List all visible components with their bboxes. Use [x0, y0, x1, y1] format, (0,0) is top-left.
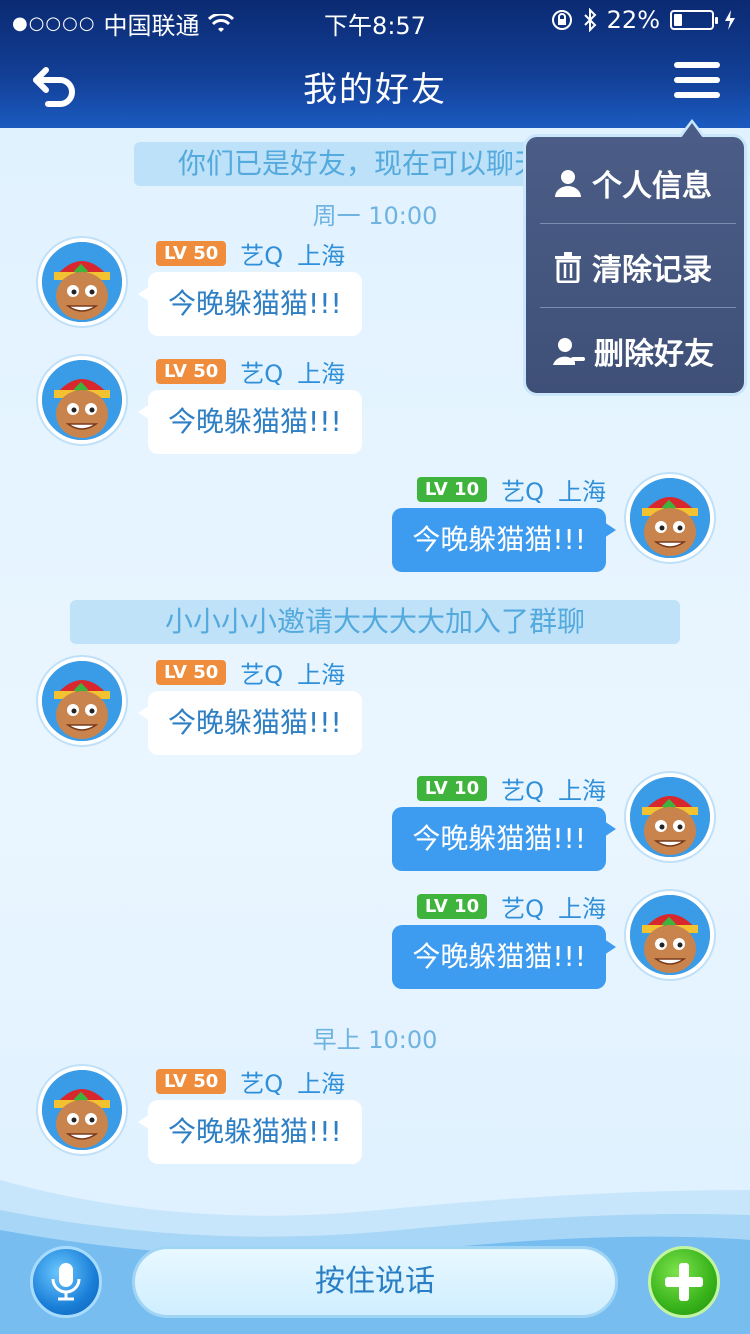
sender-city: 上海 — [297, 661, 346, 689]
sender-name: 艺Q — [501, 777, 544, 805]
sender-name: 艺Q — [501, 478, 544, 506]
message-row: LV 10 艺Q 上海 今晚躲猫猫!!! — [0, 472, 750, 592]
message-bubble[interactable]: 今晚躲猫猫!!! — [392, 807, 616, 871]
popup-item-label: 删除好友 — [594, 337, 714, 372]
avatar-image — [630, 777, 710, 857]
level-badge: LV 50 — [156, 660, 227, 685]
sender-info: LV 10 艺Q 上海 — [416, 472, 606, 507]
battery-percent: 22% — [606, 6, 660, 34]
message-row: LV 50 艺Q 上海 今晚躲猫猫!!! — [0, 655, 750, 775]
sender-info: LV 50 艺Q 上海 — [156, 354, 345, 389]
person-icon — [555, 170, 581, 197]
message-bubble[interactable]: 今晚躲猫猫!!! — [138, 390, 362, 454]
battery-icon — [670, 10, 718, 30]
level-badge: LV 10 — [416, 776, 488, 801]
sender-info: LV 50 艺Q 上海 — [156, 1064, 345, 1099]
sender-info: LV 50 艺Q 上海 — [156, 236, 345, 271]
menu-button[interactable] — [674, 62, 720, 104]
level-badge: LV 50 — [156, 1069, 227, 1094]
divider — [540, 307, 736, 308]
popup-item-delete-friend[interactable]: 删除好友 — [540, 311, 736, 391]
sender-name: 艺Q — [501, 895, 544, 923]
sender-name: 艺Q — [240, 360, 284, 388]
popup-menu: 个人信息 清除记录 删除好友 — [523, 119, 747, 396]
microphone-icon — [51, 1263, 81, 1301]
avatar-image — [630, 895, 710, 975]
charging-icon — [725, 10, 735, 30]
level-badge: LV 10 — [416, 477, 488, 502]
avatar[interactable] — [38, 356, 126, 444]
avatar[interactable] — [38, 238, 126, 326]
menu-icon — [674, 62, 720, 68]
timestamp: 早上 10:00 — [312, 1026, 438, 1054]
system-message-invite: 小小小小邀请大大大大加入了群聊 — [70, 600, 680, 644]
message-bubble[interactable]: 今晚躲猫猫!!! — [392, 508, 616, 572]
plus-icon — [665, 1263, 703, 1301]
message-row: LV 10 艺Q 上海 今晚躲猫猫!!! — [0, 771, 750, 891]
message-row: LV 10 艺Q 上海 今晚躲猫猫!!! — [0, 889, 750, 1009]
level-badge: LV 10 — [416, 894, 488, 919]
popup-item-label: 个人信息 — [592, 169, 712, 204]
trash-icon — [555, 252, 581, 283]
message-bubble[interactable]: 今晚躲猫猫!!! — [138, 1100, 362, 1164]
sender-city: 上海 — [297, 360, 346, 388]
avatar-image — [42, 1070, 122, 1150]
avatar[interactable] — [626, 773, 714, 861]
popup-item-clear-history[interactable]: 清除记录 — [540, 227, 736, 307]
avatar-image — [630, 478, 710, 558]
menu-icon-line — [674, 92, 720, 98]
bluetooth-icon — [583, 8, 597, 32]
message-bubble[interactable]: 今晚躲猫猫!!! — [392, 925, 616, 989]
message-bubble[interactable]: 今晚躲猫猫!!! — [138, 272, 362, 336]
sender-name: 艺Q — [240, 661, 284, 689]
popup-item-label: 清除记录 — [592, 253, 712, 288]
divider — [540, 223, 736, 224]
avatar-image — [42, 360, 122, 440]
avatar[interactable] — [38, 1066, 126, 1154]
message-bubble[interactable]: 今晚躲猫猫!!! — [138, 691, 362, 755]
sender-city: 上海 — [297, 1070, 346, 1098]
sender-info: LV 50 艺Q 上海 — [156, 655, 345, 690]
sender-city: 上海 — [297, 242, 346, 270]
sender-name: 艺Q — [240, 242, 284, 270]
avatar[interactable] — [38, 657, 126, 745]
avatar[interactable] — [626, 891, 714, 979]
remove-friend-icon — [553, 338, 585, 365]
sender-info: LV 10 艺Q 上海 — [416, 889, 606, 924]
sender-city: 上海 — [558, 895, 606, 923]
hold-to-talk-button[interactable]: 按住说话 — [132, 1246, 618, 1318]
more-actions-button[interactable] — [648, 1246, 720, 1318]
page-title: 我的好友 — [303, 70, 447, 110]
sender-info: LV 10 艺Q 上海 — [416, 771, 606, 806]
voice-mode-button[interactable] — [30, 1246, 102, 1318]
level-badge: LV 50 — [156, 241, 227, 266]
menu-icon-line — [674, 77, 720, 83]
rotation-lock-icon — [551, 10, 572, 30]
avatar[interactable] — [626, 474, 714, 562]
status-bar: ●○○○○ 中国联通 下午8:57 22% — [0, 0, 750, 40]
avatar-image — [42, 661, 122, 741]
level-badge: LV 50 — [156, 359, 227, 384]
top-bar: ●○○○○ 中国联通 下午8:57 22% 我的好友 — [0, 0, 750, 128]
sender-name: 艺Q — [240, 1070, 284, 1098]
sender-city: 上海 — [558, 777, 606, 805]
avatar-image — [42, 242, 122, 322]
popup-item-profile[interactable]: 个人信息 — [540, 143, 736, 223]
sender-city: 上海 — [558, 478, 606, 506]
